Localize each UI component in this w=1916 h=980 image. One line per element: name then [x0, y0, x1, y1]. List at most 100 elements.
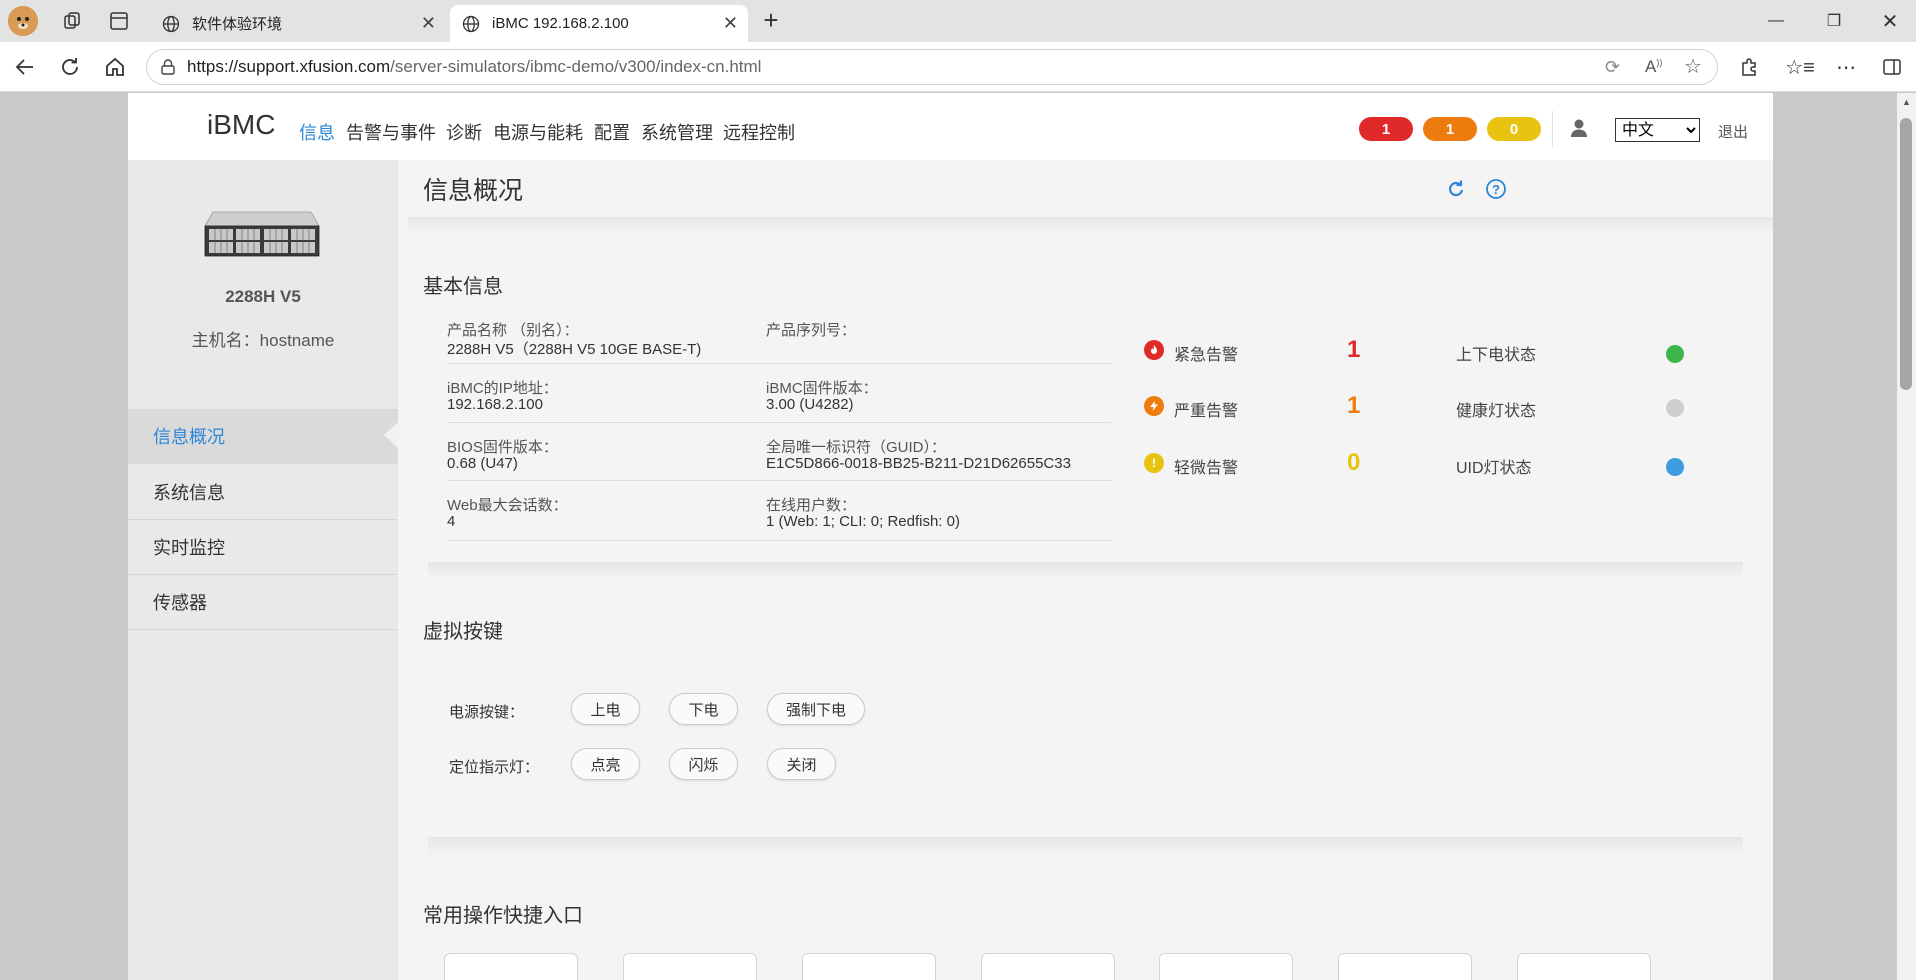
health-led-label: 健康灯状态	[1456, 403, 1537, 420]
minor-alarm-badge[interactable]: 0	[1487, 117, 1541, 141]
server-model: 2288H V5	[225, 287, 301, 306]
read-aloud-icon[interactable]: A))	[1645, 57, 1662, 77]
led-off-button[interactable]: 关闭	[767, 748, 836, 780]
quick-access-card[interactable]	[802, 953, 936, 980]
ibmc-logo[interactable]: iBMC	[207, 109, 275, 141]
minor-alarm-count[interactable]: 0	[1347, 449, 1360, 477]
menu-remote-control[interactable]: 远程控制	[723, 119, 795, 145]
row-divider	[447, 480, 1111, 481]
close-tab-icon[interactable]: ✕	[421, 13, 436, 34]
firmware-version-value: 3.00 (U4282)	[766, 396, 854, 413]
sidebar-item-system-info[interactable]: 系统信息	[128, 465, 398, 520]
back-icon[interactable]	[9, 52, 41, 82]
major-alarm-badge[interactable]: 1	[1423, 117, 1477, 141]
active-indicator-arrow	[384, 422, 398, 448]
power-off-button[interactable]: 下电	[669, 693, 738, 725]
server-image	[203, 208, 321, 260]
scroll-up-icon[interactable]: ▲	[1902, 97, 1911, 107]
restore-icon[interactable]: ❐	[1814, 6, 1854, 36]
product-name-value: 2288H V5（2288H V5 10GE BASE-T)	[447, 341, 702, 358]
online-users-label: 在线用户数：	[766, 497, 857, 514]
force-power-off-button[interactable]: 强制下电	[767, 693, 865, 725]
home-icon[interactable]	[99, 52, 131, 82]
major-alarm-label: 严重告警	[1174, 403, 1239, 420]
favorite-star-icon[interactable]: ☆	[1684, 54, 1702, 79]
language-select[interactable]: 中文	[1615, 118, 1700, 142]
close-tab-icon[interactable]: ✕	[723, 13, 738, 34]
tab-software-env[interactable]: 软件体验环境 ✕	[150, 5, 446, 42]
minimize-icon[interactable]: —	[1756, 6, 1796, 36]
quick-access-title: 常用操作快捷入口	[423, 905, 583, 927]
new-tab-button[interactable]: +	[756, 5, 786, 35]
menu-power-energy[interactable]: 电源与能耗	[493, 119, 583, 145]
lock-icon[interactable]	[159, 58, 177, 76]
major-alarm-count[interactable]: 1	[1347, 392, 1360, 420]
quick-access-card[interactable]	[444, 953, 578, 980]
menu-diagnostics[interactable]: 诊断	[446, 119, 482, 145]
user-icon[interactable]	[1569, 117, 1589, 139]
tab-ibmc[interactable]: iBMC 192.168.2.100 ✕	[450, 5, 748, 42]
section-divider	[428, 562, 1743, 580]
quick-access-card[interactable]	[981, 953, 1115, 980]
workspaces-icon[interactable]	[60, 8, 86, 34]
scrollbar-thumb[interactable]	[1900, 118, 1912, 390]
globe-icon	[462, 15, 480, 33]
sidebar-item-overview[interactable]: 信息概况	[128, 409, 398, 464]
tracking-prevention-icon[interactable]: ⟳	[1605, 57, 1620, 78]
tab-title: iBMC 192.168.2.100	[492, 15, 629, 32]
quick-access-card[interactable]	[1159, 953, 1293, 980]
menu-configuration[interactable]: 配置	[594, 119, 630, 145]
section-divider	[428, 837, 1743, 855]
critical-alarm-badge[interactable]: 1	[1359, 117, 1413, 141]
main-content: 信息概况 ? 基本信息 产品名称 （别名）： 2288H V5（2288H V5…	[398, 160, 1773, 980]
row-divider	[447, 540, 1111, 541]
web-sessions-label: Web最大会话数：	[447, 497, 568, 514]
power-on-button[interactable]: 上电	[571, 693, 640, 725]
exclamation-icon: !	[1144, 453, 1164, 473]
server-hostname: 主机名：hostname	[191, 331, 335, 350]
bolt-icon	[1144, 396, 1164, 416]
sidebar-toggle-icon[interactable]	[1876, 52, 1908, 82]
power-status-label: 上下电状态	[1456, 347, 1537, 364]
extensions-icon[interactable]	[1733, 52, 1765, 82]
guid-label: 全局唯一标识符（GUID）：	[766, 439, 947, 456]
ip-address-label: iBMC的IP地址：	[447, 380, 558, 397]
profile-avatar[interactable]	[8, 6, 38, 36]
menu-alarms-events[interactable]: 告警与事件	[346, 119, 436, 145]
help-icon[interactable]: ?	[1485, 178, 1507, 200]
sidebar: 2288H V5 主机名：hostname 信息概况 系统信息 实时监控 传感器	[128, 160, 398, 980]
sidebar-item-sensors[interactable]: 传感器	[128, 575, 398, 630]
health-led-dot	[1666, 399, 1684, 417]
tab-title: 软件体验环境	[192, 16, 283, 33]
flame-icon	[1144, 340, 1164, 360]
menu-system-management[interactable]: 系统管理	[641, 119, 713, 145]
quick-access-card[interactable]	[1517, 953, 1651, 980]
bios-version-label: BIOS固件版本：	[447, 439, 558, 456]
led-on-button[interactable]: 点亮	[571, 748, 640, 780]
vertical-tabs-icon[interactable]	[106, 8, 132, 34]
row-divider	[447, 422, 1111, 423]
browser-tab-bar: 软件体验环境 ✕ iBMC 192.168.2.100 ✕ + — ❐ ✕	[0, 0, 1916, 42]
globe-icon	[162, 15, 180, 33]
critical-alarm-label: 紧急告警	[1174, 347, 1239, 364]
led-blink-button[interactable]: 闪烁	[669, 748, 738, 780]
favorites-icon[interactable]: ☆≡	[1784, 52, 1816, 82]
refresh-icon[interactable]	[1445, 178, 1467, 200]
logout-link[interactable]: 退出	[1718, 121, 1748, 142]
minor-alarm-label: 轻微告警	[1174, 460, 1239, 477]
menu-info[interactable]: 信息	[299, 119, 335, 145]
url-host: https://support.xfusion.com	[187, 57, 391, 76]
address-bar[interactable]: https://support.xfusion.com/server-simul…	[146, 49, 1718, 85]
more-options-icon[interactable]: ⋯	[1830, 52, 1862, 82]
refresh-icon[interactable]	[54, 52, 86, 82]
sidebar-item-realtime-monitor[interactable]: 实时监控	[128, 520, 398, 575]
uid-led-label: UID灯状态	[1456, 460, 1532, 477]
window-close-icon[interactable]: ✕	[1870, 6, 1910, 36]
quick-access-card[interactable]	[623, 953, 757, 980]
bios-version-value: 0.68 (U47)	[447, 455, 518, 472]
divider	[1552, 111, 1553, 147]
quick-access-card[interactable]	[1338, 953, 1472, 980]
locator-led-label: 定位指示灯：	[449, 759, 540, 776]
row-divider	[447, 363, 1111, 364]
critical-alarm-count[interactable]: 1	[1347, 336, 1360, 364]
